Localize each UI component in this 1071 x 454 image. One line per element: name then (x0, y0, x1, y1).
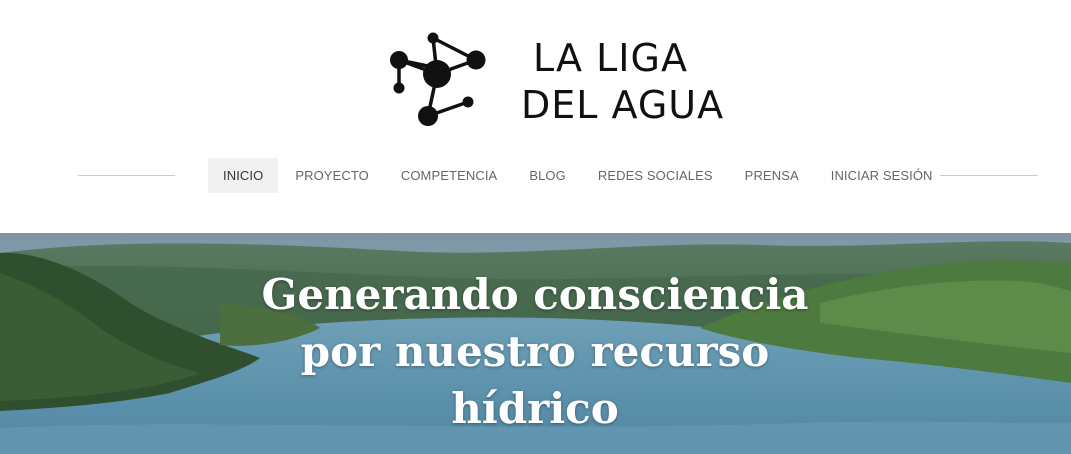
nav-item-proyecto[interactable]: PROYECTO (280, 158, 384, 193)
logo-title-line2: DEL AGUA (521, 83, 725, 127)
molecule-network-icon (390, 32, 486, 126)
hero-banner: Generando consciencia por nuestro recurs… (0, 233, 1071, 454)
nav-item-prensa[interactable]: PRENSA (730, 158, 814, 193)
nav-item-inicio[interactable]: INICIO (208, 158, 279, 193)
logo-title-line1: LA LIGA (533, 36, 688, 80)
nav-item-blog[interactable]: BLOG (514, 158, 581, 193)
hero-heading: Generando consciencia por nuestro recurs… (261, 270, 809, 433)
site-logo-link[interactable]: LA LIGA DEL AGUA (385, 28, 723, 132)
nav-item-redes-sociales[interactable]: REDES SOCIALES (583, 158, 728, 193)
nav-divider-right (940, 175, 1038, 176)
nav-item-competencia[interactable]: COMPETENCIA (386, 158, 512, 193)
site-header: LA LIGA DEL AGUA INICIO PROYECTO COMPETE… (0, 0, 1071, 233)
nav-item-iniciar-sesion[interactable]: INICIAR SESIÓN (816, 158, 948, 193)
nav-divider-left (78, 175, 175, 176)
main-navigation: INICIO PROYECTO COMPETENCIA BLOG REDES S… (208, 158, 950, 193)
